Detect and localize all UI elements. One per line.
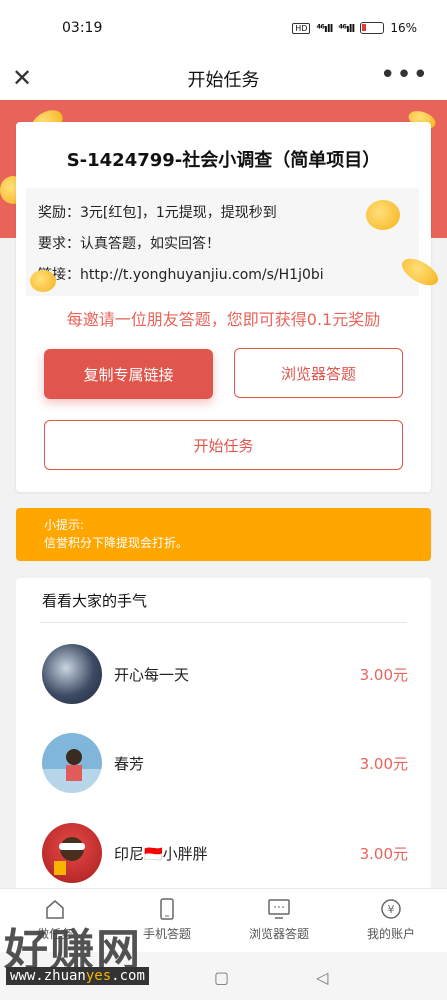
avatar-figure [66, 749, 82, 781]
tip-text: 信誉积分下降提现会打折。 [44, 536, 189, 550]
status-bar: 03:19 HD ⁴⁶ıll ⁴⁶ıll 16% [0, 0, 447, 56]
luck-list-card: 看看大家的手气 开心每一天 3.00元 春芳 3.00元 印尼🇮🇩小胖胖 3.0… [16, 578, 431, 908]
watermark-url-highlight: yes [85, 968, 112, 984]
coin-decoration [366, 200, 400, 230]
monitor-icon [268, 899, 290, 919]
tab-browser-answer[interactable]: 浏览器答题 [224, 897, 334, 942]
browser-answer-button[interactable]: 浏览器答题 [234, 348, 403, 398]
task-link[interactable]: 链接：http://t.yonghuyanjiu.com/s/H1j0bi [38, 260, 407, 291]
list-item: 印尼🇮🇩小胖胖 3.00元 [42, 823, 408, 885]
luck-list-title: 看看大家的手气 [42, 592, 148, 610]
avatar [42, 823, 102, 883]
tab-label: 浏览器答题 [248, 927, 309, 941]
tab-label: 我的账户 [366, 927, 415, 941]
more-icon[interactable]: ••• [380, 60, 429, 90]
divider [40, 622, 407, 623]
start-task-button[interactable]: 开始任务 [44, 420, 403, 470]
signal-icon: ⁴⁶ıll [316, 21, 333, 35]
avatar [42, 644, 102, 704]
signal-icon-2: ⁴⁶ıll [338, 21, 355, 35]
phone-icon [160, 898, 174, 920]
coin-decoration [30, 270, 56, 292]
hd-icon: HD [292, 22, 311, 34]
user-name: 印尼🇮🇩小胖胖 [114, 845, 208, 863]
reward-amount: 3.00元 [359, 666, 408, 684]
task-card: S-1424799-社会小调查（简单项目） 奖励：3元[红包]，1元提现，提现秒… [16, 122, 431, 492]
task-requirement: 要求：认真答题，如实回答！ [38, 236, 220, 252]
home-button[interactable]: ▢ [214, 968, 229, 987]
tip-title: 小提示: [44, 518, 85, 532]
invite-text: 每邀请一位朋友答题，您即可获得0.1元奖励 [66, 310, 381, 329]
list-item: 开心每一天 3.00元 [42, 644, 408, 706]
user-name: 春芳 [114, 755, 145, 773]
task-reward: 奖励：3元[红包]，1元提现，提现秒到 [38, 205, 277, 221]
reward-amount: 3.00元 [359, 755, 408, 773]
tab-label: 手机答题 [142, 927, 191, 941]
task-info-box: 奖励：3元[红包]，1元提现，提现秒到 要求：认真答题，如实回答！ 链接：htt… [26, 188, 419, 296]
yuan-icon: ¥ [381, 899, 401, 919]
task-title: S-1424799-社会小调查（简单项目） [66, 150, 381, 171]
reward-amount: 3.00元 [359, 845, 408, 863]
status-icons: HD ⁴⁶ıll ⁴⁶ıll 16% [292, 21, 417, 35]
battery-icon [360, 22, 385, 34]
avatar [42, 733, 102, 793]
user-name: 开心每一天 [114, 666, 190, 684]
watermark-url-post: .com [111, 968, 145, 984]
status-time: 03:19 [62, 20, 103, 36]
watermark-url-pre: www.zhuan [10, 968, 86, 984]
tip-banner: 小提示: 信誉积分下降提现会打折。 [16, 508, 431, 561]
avatar-figure [54, 837, 85, 875]
list-item: 春芳 3.00元 [42, 733, 408, 795]
battery-percent: 16% [390, 21, 417, 35]
tab-my-account[interactable]: ¥ 我的账户 [336, 897, 446, 942]
copy-link-button[interactable]: 复制专属链接 [44, 349, 213, 399]
title-bar: ✕ 开始任务 ••• [0, 56, 447, 100]
back-button[interactable]: ◁ [316, 968, 328, 987]
svg-text:¥: ¥ [388, 903, 395, 916]
watermark-url: www.zhuanyes.com [6, 967, 149, 985]
